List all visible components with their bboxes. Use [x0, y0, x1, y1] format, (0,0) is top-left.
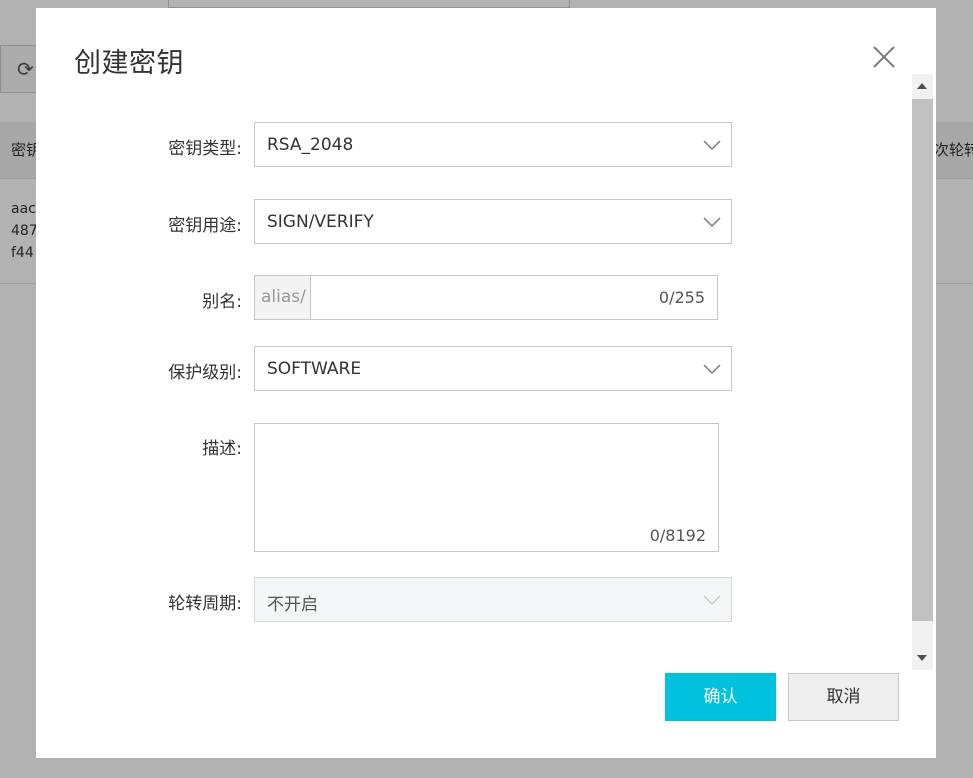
close-icon [873, 46, 895, 68]
key-type-select[interactable]: RSA_2048 [254, 122, 732, 167]
protection-level-label: 保护级别: [168, 363, 242, 383]
rotation-period-value: 不开启 [267, 595, 318, 615]
rotation-period-label: 轮转周期: [168, 594, 242, 614]
chevron-down-icon [703, 364, 721, 375]
description-textarea[interactable] [255, 424, 718, 524]
chevron-down-icon [703, 217, 721, 228]
alias-prefix: alias/ [255, 276, 311, 319]
description-char-counter: 0/8192 [649, 526, 706, 545]
scroll-up-arrow-icon[interactable] [917, 83, 927, 89]
protection-level-select[interactable]: SOFTWARE [254, 346, 732, 391]
create-key-dialog: 创建密钥 密钥类型: RSA_2048 密钥用途: SIGN/VERIFY 别名… [36, 8, 936, 758]
alias-char-counter: 0/255 [658, 288, 705, 307]
alias-input-group: alias/ 0/255 [254, 275, 718, 321]
key-usage-label: 密钥用途: [168, 216, 242, 236]
alias-input[interactable] [313, 276, 651, 321]
description-field: 0/8192 [254, 423, 719, 552]
scroll-down-arrow-icon[interactable] [917, 655, 927, 661]
chevron-down-icon [703, 595, 721, 606]
key-usage-select[interactable]: SIGN/VERIFY [254, 199, 732, 244]
scrollbar-thumb[interactable] [912, 99, 933, 621]
chevron-down-icon [703, 140, 721, 151]
key-usage-value: SIGN/VERIFY [267, 212, 374, 232]
cancel-button[interactable]: 取消 [788, 673, 899, 721]
protection-level-value: SOFTWARE [267, 359, 362, 379]
dialog-title: 创建密钥 [74, 48, 184, 79]
alias-prefix-text: alias/ [261, 287, 306, 307]
key-type-value: RSA_2048 [267, 135, 354, 155]
dialog-scrollbar[interactable] [912, 74, 933, 670]
confirm-button[interactable]: 确认 [665, 673, 776, 721]
key-type-label: 密钥类型: [168, 139, 242, 159]
alias-label: 别名: [202, 292, 242, 312]
description-label: 描述: [202, 439, 242, 459]
close-button[interactable] [870, 43, 898, 71]
rotation-period-select[interactable]: 不开启 [254, 577, 732, 622]
